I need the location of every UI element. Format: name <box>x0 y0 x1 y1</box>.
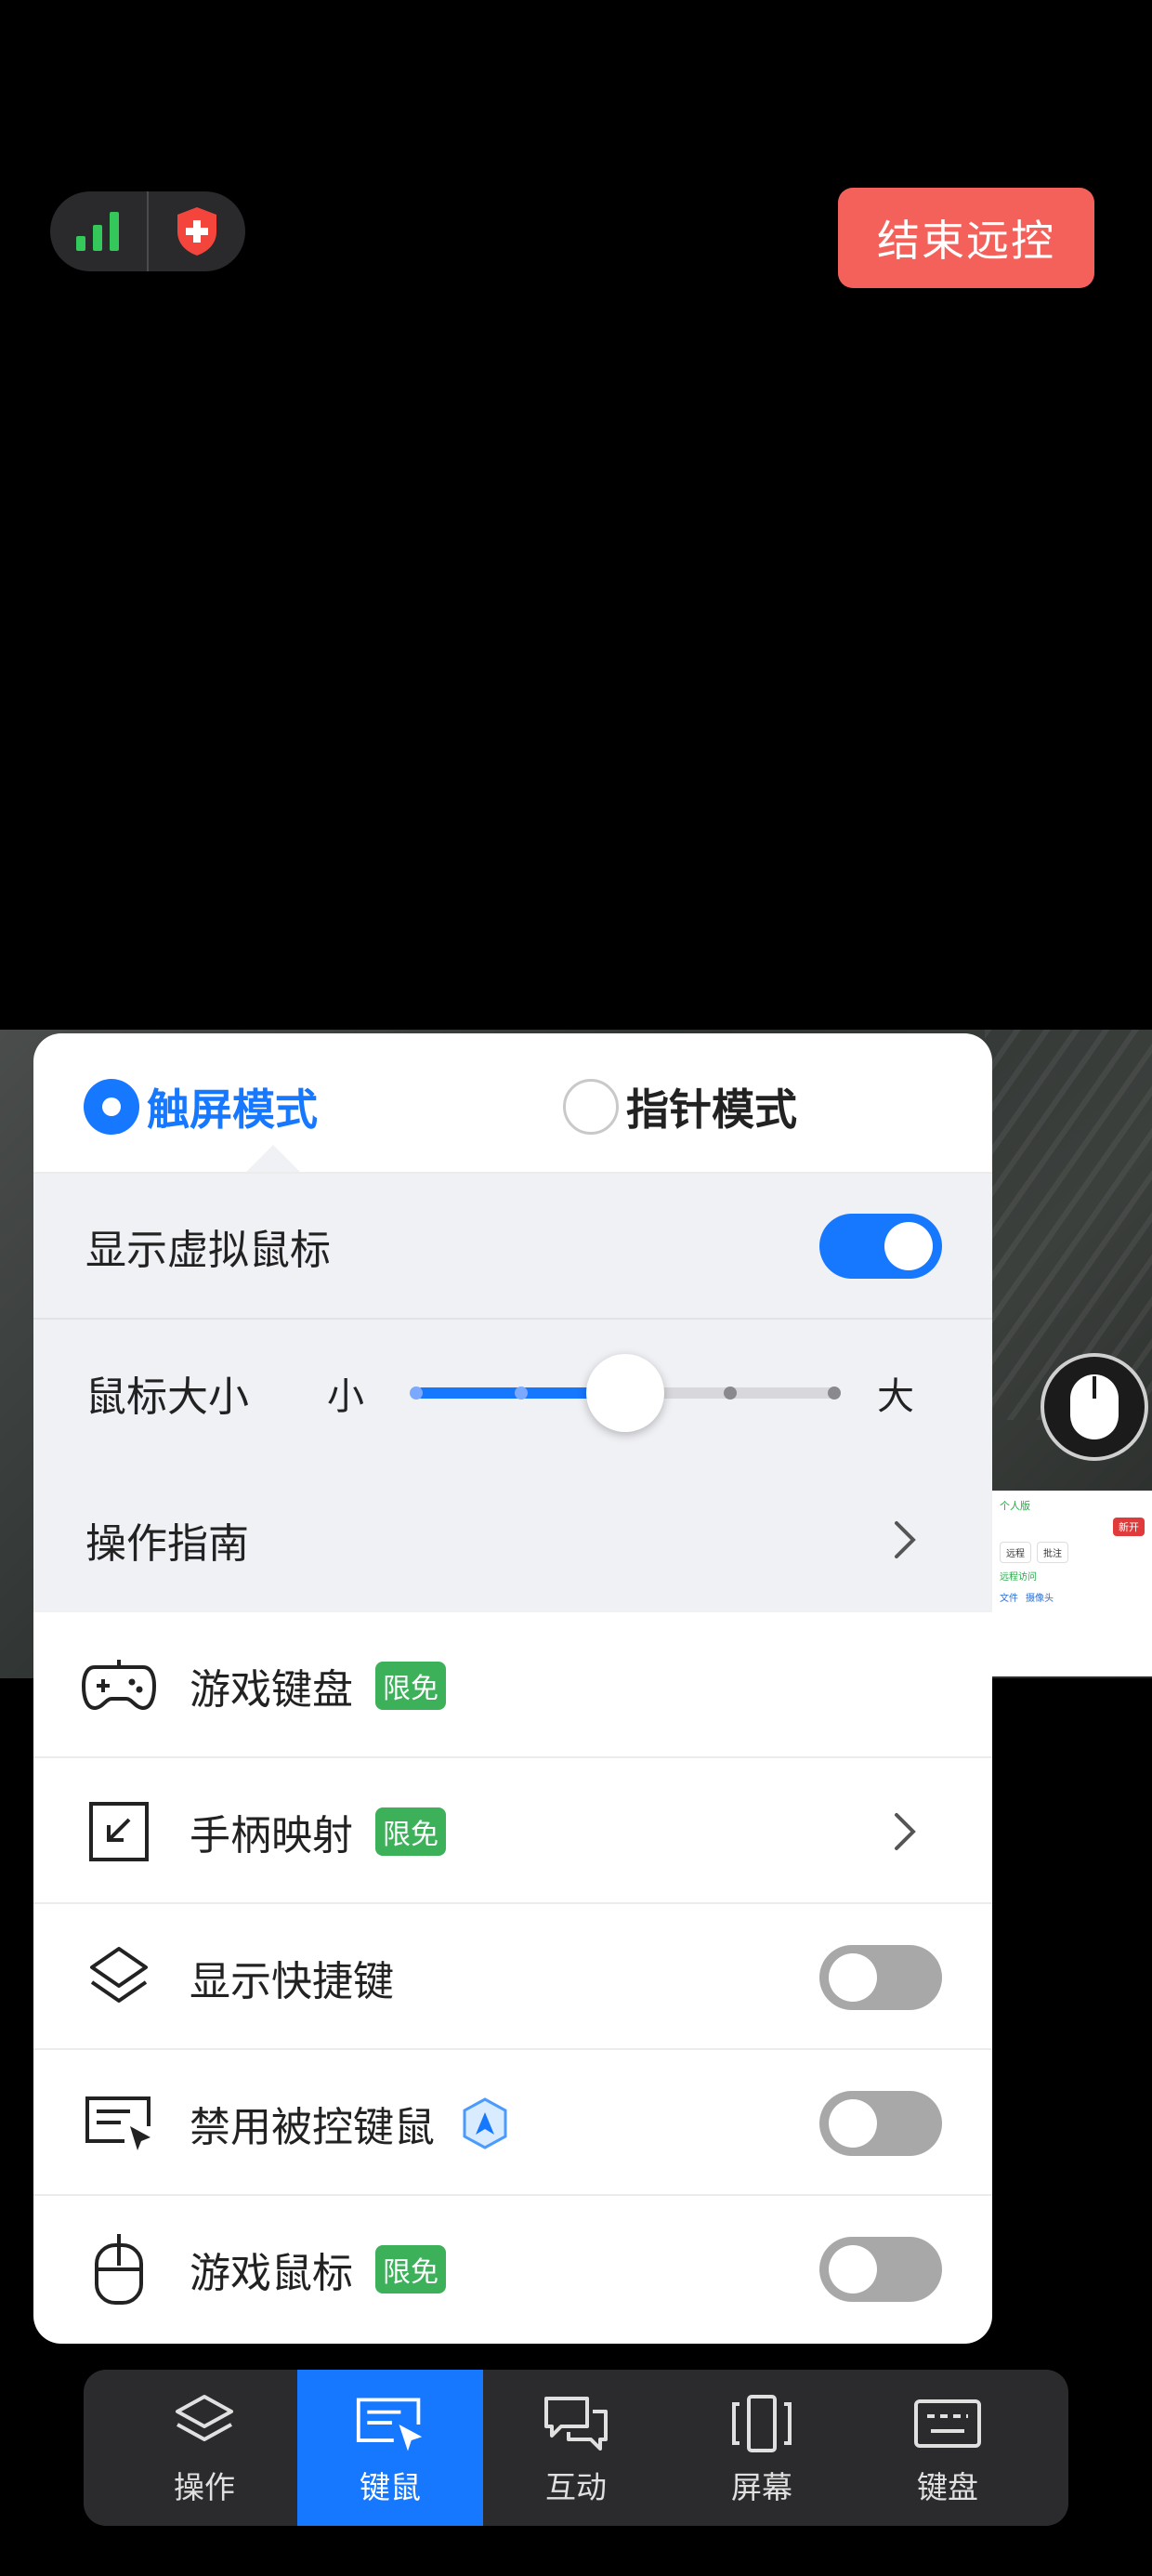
show-shortcuts-toggle[interactable] <box>819 1944 942 2010</box>
signal-bars-icon <box>50 191 147 271</box>
chevron-right-icon <box>884 1519 925 1560</box>
thumb-action: 新开 <box>1113 1518 1145 1536</box>
tab-operation[interactable]: 操作 <box>84 2370 297 2526</box>
guide-label: 操作指南 <box>85 1519 249 1568</box>
game-mouse-label: 游戏鼠标 <box>190 2249 353 2297</box>
controller-mapping-icon <box>80 1793 158 1871</box>
mouse-size-min-label: 小 <box>327 1375 364 1418</box>
pointer-mode-option[interactable]: 指针模式 <box>563 1076 797 1137</box>
touch-mode-settings: 显示虚拟鼠标 鼠标大小 小 大 操作指南 <box>33 1173 992 1612</box>
touch-mode-label: 触屏模式 <box>147 1084 318 1135</box>
shortcut-icon <box>80 1939 158 2017</box>
game-mouse-row[interactable]: 游戏鼠标 限免 <box>33 2196 992 2342</box>
free-badge: 限免 <box>375 2244 446 2293</box>
tab-interact[interactable]: 互动 <box>483 2370 669 2526</box>
thumb-btn1: 远程 <box>1000 1542 1031 1563</box>
disable-remote-input-toggle[interactable] <box>819 2090 942 2156</box>
premium-shield-icon <box>461 2096 509 2149</box>
thumb-small1: 文件 <box>1000 1594 1018 1604</box>
slider-step-dot <box>828 1387 841 1400</box>
show-shortcuts-label: 显示快捷键 <box>190 1957 394 2005</box>
connection-status-pill[interactable] <box>50 191 245 271</box>
controller-mapping-row[interactable]: 手柄映射 限免 <box>33 1758 992 1904</box>
tab-keyboard[interactable]: 键盘 <box>855 2370 1041 2526</box>
thumb-small2: 摄像头 <box>1026 1594 1054 1604</box>
end-remote-button[interactable]: 结束远控 <box>838 188 1094 288</box>
thumb-green-text: 远程访问 <box>1000 1572 1037 1583</box>
disable-remote-input-row[interactable]: 禁用被控键鼠 <box>33 2050 992 2196</box>
keyboard-icon <box>912 2388 983 2459</box>
slider-thumb[interactable] <box>586 1354 664 1432</box>
mouse-size-label: 鼠标大小 <box>85 1373 249 1421</box>
tab-screen[interactable]: 屏幕 <box>669 2370 855 2526</box>
mouse-icon <box>1070 1374 1119 1439</box>
slider-step-dot <box>514 1387 528 1400</box>
show-virtual-mouse-toggle[interactable] <box>819 1214 942 1279</box>
radio-selected-icon <box>84 1079 139 1135</box>
pointer-mode-label: 指针模式 <box>626 1084 797 1135</box>
show-virtual-mouse-label: 显示虚拟鼠标 <box>85 1227 331 1274</box>
bottom-toolbar: 操作 键鼠 互动 屏幕 键盘 <box>84 2370 1068 2526</box>
controller-mapping-label: 手柄映射 <box>190 1811 353 1860</box>
mouse-size-max-label: 大 <box>877 1375 914 1418</box>
show-virtual-mouse-row[interactable]: 显示虚拟鼠标 <box>33 1173 992 1320</box>
mouse-icon <box>80 2230 158 2308</box>
tab-screen-label: 屏幕 <box>731 2469 792 2505</box>
free-badge: 限免 <box>375 1661 446 1710</box>
touch-mode-option[interactable]: 触屏模式 <box>84 1076 318 1137</box>
gamepad-icon <box>80 1647 158 1725</box>
keyboard-mouse-panel: 触屏模式 指针模式 显示虚拟鼠标 鼠标大小 小 大 操作指南 游戏键盘 限免 手… <box>33 1033 992 2344</box>
game-mouse-toggle[interactable] <box>819 2236 942 2302</box>
feature-list: 游戏键盘 限免 手柄映射 限免 显示快捷键 禁用被控键鼠 游戏鼠标 限免 <box>33 1612 992 2342</box>
slider-step-dot <box>410 1387 423 1400</box>
disable-remote-input-label: 禁用被控键鼠 <box>190 2103 435 2151</box>
show-shortcuts-row[interactable]: 显示快捷键 <box>33 1904 992 2050</box>
free-badge: 限免 <box>375 1807 446 1856</box>
remote-window-thumbnail: 个人版 新开 远程 批注 远程访问 文件 摄像头 <box>992 1491 1152 1676</box>
floating-mouse-button[interactable] <box>1041 1353 1148 1461</box>
mode-pointer-notch <box>245 1145 301 1173</box>
chat-bubbles-icon <box>541 2388 611 2459</box>
thumb-tag: 个人版 <box>1000 1500 1030 1512</box>
tab-keyboard-mouse[interactable]: 键鼠 <box>297 2370 483 2526</box>
mouse-size-slider[interactable] <box>410 1354 841 1432</box>
layers-icon <box>169 2388 240 2459</box>
mode-selector: 触屏模式 指针模式 <box>33 1033 992 1174</box>
radio-unselected-icon <box>563 1079 619 1135</box>
game-keyboard-label: 游戏键盘 <box>190 1665 353 1714</box>
game-keyboard-row[interactable]: 游戏键盘 限免 <box>33 1612 992 1758</box>
tab-operation-label: 操作 <box>174 2469 235 2505</box>
security-shield-icon <box>149 191 245 271</box>
keyboard-cursor-icon <box>80 2084 158 2162</box>
chevron-right-icon <box>884 1811 925 1852</box>
keyboard-mouse-icon <box>355 2388 425 2459</box>
guide-row[interactable]: 操作指南 <box>33 1466 992 1612</box>
screen-icon <box>727 2388 797 2459</box>
tab-keyboard-mouse-label: 键鼠 <box>360 2469 421 2505</box>
tab-interact-label: 互动 <box>545 2469 607 2505</box>
tab-keyboard-label: 键盘 <box>917 2469 978 2505</box>
slider-step-dot <box>723 1387 737 1400</box>
mouse-size-row: 鼠标大小 小 大 <box>33 1320 992 1466</box>
thumb-btn2: 批注 <box>1037 1542 1068 1563</box>
